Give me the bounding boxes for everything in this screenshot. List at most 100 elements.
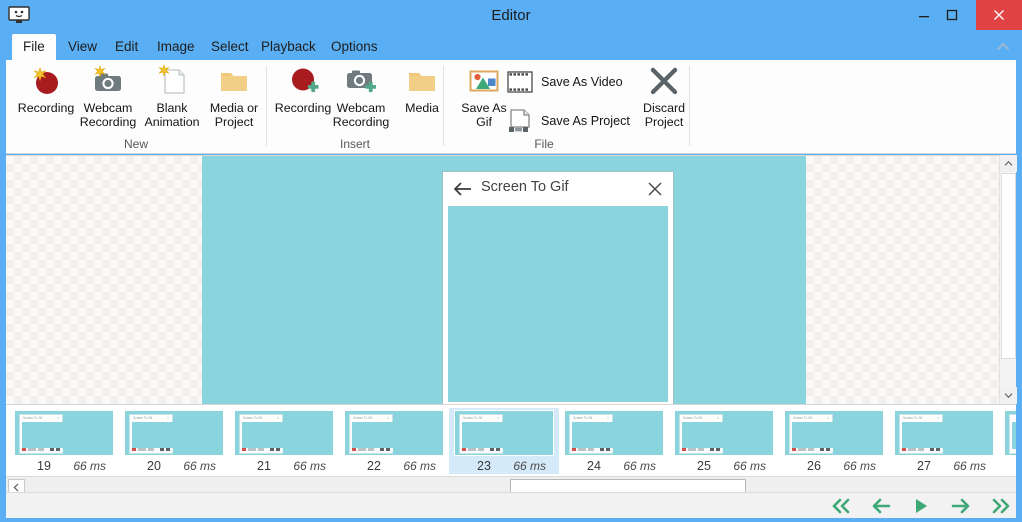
thumbnail-mini-title: Screen To Gif <box>23 415 43 420</box>
tab-view[interactable]: View <box>57 34 108 60</box>
thumbnail-mini-window: Screen To Gif × <box>129 414 173 454</box>
list-item[interactable]: Screen To Gif × 26 66 ms <box>779 408 889 474</box>
frame-thumbnail: Screen To Gif × <box>234 410 334 456</box>
list-item-selected[interactable]: Screen To Gif × 23 66 ms <box>449 408 559 474</box>
back-arrow-icon[interactable] <box>453 180 473 198</box>
frame-delay: 66 ms <box>513 459 546 473</box>
film-icon <box>506 68 534 96</box>
thumbnail-mini-titlebar: Screen To Gif × <box>240 415 282 421</box>
ribbon-new-media-or-project-label: Media or Project <box>209 101 259 129</box>
frame-delay: 66 ms <box>733 459 766 473</box>
ribbon-save-as-project[interactable]: Save As Project <box>506 107 630 135</box>
thumbnail-mini-title: Screen To Gif <box>133 415 153 420</box>
thumbnail-mini-window: Screen To Gif × <box>569 414 613 454</box>
ribbon-discard-project[interactable]: Discard Project <box>626 64 702 129</box>
thumbnail-mini-title: Screen To Gif <box>573 415 593 420</box>
frame-caption: 19 66 ms <box>9 457 119 473</box>
ribbon-save-as-video[interactable]: Save As Video <box>506 68 623 96</box>
close-icon: × <box>827 415 829 420</box>
list-item[interactable]: Screen To Gif × 27 66 ms <box>889 408 999 474</box>
frame-number: 23 <box>477 459 491 473</box>
thumbnail-mini-title: Screen To Gif <box>353 415 373 420</box>
thumbnail-mini-title: Screen To Gif <box>903 415 923 420</box>
ribbon-save-as-project-label: Save As Project <box>541 114 630 128</box>
title-bar: Editor <box>0 0 1022 34</box>
screen-to-gif-dialog-body <box>448 206 668 402</box>
frame-number: 24 <box>587 459 601 473</box>
thumbnail-mini-titlebar: Screen To Gif × <box>570 415 612 421</box>
ribbon-new-media-or-project[interactable]: Media or Project <box>196 64 272 129</box>
ribbon: Recording Webcam Recording Blank Animati… <box>6 60 1016 154</box>
thumbnail-mini-window: Screen To Gif × <box>789 414 833 454</box>
thumbnail-mini-window <box>1009 414 1016 454</box>
thumbnail-mini-body <box>241 421 283 449</box>
tab-file[interactable]: File <box>12 34 56 60</box>
editor-canvas[interactable]: Screen To Gif <box>6 155 1016 404</box>
editor-window: Editor File View Edit Image Select Playb… <box>0 0 1022 522</box>
previous-frame-button[interactable] <box>861 493 901 519</box>
tab-edit[interactable]: Edit <box>104 34 149 60</box>
chevron-up-icon[interactable] <box>1000 155 1017 172</box>
frame-caption: 24 66 ms <box>559 457 669 473</box>
frame-thumbnail: Screen To Gif × <box>784 410 884 456</box>
close-icon: × <box>717 415 719 420</box>
vertical-scrollbar-thumb[interactable] <box>1001 173 1016 359</box>
frame-delay: 66 ms <box>183 459 216 473</box>
chevron-down-icon[interactable] <box>1000 387 1017 404</box>
thumbnail-mini-body <box>1011 421 1016 449</box>
frame-number: 25 <box>697 459 711 473</box>
picture-icon <box>467 64 501 98</box>
list-item[interactable]: Screen To Gif × 20 66 ms <box>119 408 229 474</box>
thumbnail-mini-titlebar: Screen To Gif × <box>680 415 722 421</box>
thumbnail-mini-toolbar <box>791 447 833 452</box>
list-item[interactable]: Screen To Gif × 19 66 ms <box>9 408 119 474</box>
list-item[interactable] <box>999 408 1016 474</box>
thumbnail-mini-body <box>461 421 503 449</box>
list-item[interactable]: Screen To Gif × 24 66 ms <box>559 408 669 474</box>
thumbnail-mini-body <box>901 421 943 449</box>
frame-caption: 27 66 ms <box>889 457 999 473</box>
project-file-icon <box>506 107 534 135</box>
thumbnail-mini-title: Screen To Gif <box>683 415 703 420</box>
close-button[interactable] <box>976 0 1022 30</box>
frame-thumbnail: Screen To Gif × <box>564 410 664 456</box>
frame-delay: 66 ms <box>403 459 436 473</box>
list-item[interactable]: Screen To Gif × 22 66 ms <box>339 408 449 474</box>
ribbon-separator-3 <box>689 66 690 146</box>
webcam-new-icon <box>91 64 125 98</box>
canvas-vertical-scrollbar[interactable] <box>999 155 1017 404</box>
thumbnail-mini-titlebar: Screen To Gif × <box>460 415 502 421</box>
thumbnail-mini-toolbar <box>131 447 173 452</box>
blank-page-new-icon <box>155 64 189 98</box>
thumbnail-mini-body <box>571 421 613 449</box>
skip-forward-button[interactable] <box>981 493 1021 519</box>
record-dot-new-icon <box>29 64 63 98</box>
frame-delay: 66 ms <box>293 459 326 473</box>
tab-image[interactable]: Image <box>146 34 206 60</box>
tab-options[interactable]: Options <box>320 34 389 60</box>
tab-playback[interactable]: Playback <box>250 34 327 60</box>
thumbnail-mini-body <box>351 421 393 449</box>
thumbnail-mini-titlebar: Screen To Gif × <box>350 415 392 421</box>
close-x-icon[interactable] <box>646 180 664 198</box>
skip-back-button[interactable] <box>821 493 861 519</box>
frame-caption: 20 66 ms <box>119 457 229 473</box>
list-item[interactable]: Screen To Gif × 25 66 ms <box>669 408 779 474</box>
frame-caption: 22 66 ms <box>339 457 449 473</box>
frame-filmstrip[interactable]: Screen To Gif × 19 66 ms Screen To Gif ×… <box>6 404 1016 476</box>
thumbnail-mini-toolbar <box>461 447 503 452</box>
ribbon-group-new: Recording Webcam Recording Blank Animati… <box>6 60 266 154</box>
frame-thumbnail: Screen To Gif × <box>674 410 774 456</box>
play-button[interactable] <box>901 493 941 519</box>
x-cross-icon <box>647 64 681 98</box>
close-icon: × <box>277 415 279 420</box>
close-icon: × <box>57 415 59 420</box>
maximize-button[interactable] <box>929 0 974 30</box>
chevron-up-icon[interactable] <box>994 38 1012 56</box>
list-item[interactable]: Screen To Gif × 21 66 ms <box>229 408 339 474</box>
ribbon-new-blank-animation-label: Blank Animation <box>144 101 200 129</box>
frame-number: 22 <box>367 459 381 473</box>
frame-caption: 21 66 ms <box>229 457 339 473</box>
next-frame-button[interactable] <box>941 493 981 519</box>
ribbon-save-as-gif-label: Save As Gif <box>461 101 507 129</box>
